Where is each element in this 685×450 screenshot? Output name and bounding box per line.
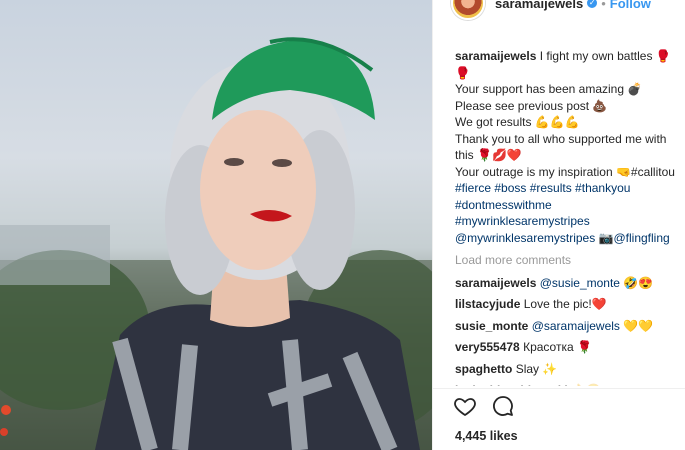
comment-username[interactable]: saramaijewels bbox=[455, 276, 536, 290]
comments-section: saramaijewels I fight my own battles 🥊 🥊… bbox=[455, 48, 685, 386]
mention-line[interactable]: @mywrinklesaremystripes 📷@flingfling bbox=[455, 230, 685, 247]
comment-item: janineblaschkowski 👌😍 bbox=[455, 382, 685, 386]
comment-item: lilstacyjude Love the pic!❤️ bbox=[455, 296, 685, 313]
comment-username[interactable]: very555478 bbox=[455, 340, 520, 354]
separator-dot: • bbox=[601, 0, 606, 11]
comment-text: Красотка 🌹 bbox=[523, 340, 592, 354]
comment-text: @saramaijewels 💛💛 bbox=[531, 318, 654, 333]
load-more-comments[interactable]: Load more comments bbox=[455, 252, 685, 269]
divider bbox=[433, 388, 685, 389]
avatar[interactable] bbox=[451, 0, 485, 20]
comment-text: 👌😍 bbox=[571, 383, 601, 386]
photo-illustration bbox=[0, 37, 432, 450]
hashtag-line[interactable]: #dontmesswithme bbox=[455, 197, 685, 214]
comment-username[interactable]: susie_monte bbox=[455, 319, 528, 333]
comment-item: spaghetto Slay ✨ bbox=[455, 361, 685, 378]
post-photo[interactable] bbox=[0, 0, 432, 450]
comment-item: saramaijewels @susie_monte 🤣😍 bbox=[455, 275, 685, 292]
comment-item: very555478 Красотка 🌹 bbox=[455, 339, 685, 356]
header-username[interactable]: saramaijewels bbox=[495, 0, 583, 11]
hashtag-line[interactable]: #fierce #boss #results #thankyou bbox=[455, 180, 685, 197]
follow-button[interactable]: Follow bbox=[610, 0, 651, 11]
likes-count[interactable]: 4,445 likes bbox=[455, 429, 518, 443]
verified-badge-icon: ✓ bbox=[587, 0, 598, 8]
caption-line: this 🌹💋❤️ bbox=[455, 148, 522, 162]
post-header: saramaijewels ✓ • Follow bbox=[433, 0, 685, 20]
caption-line: We got results 💪💪💪 bbox=[455, 115, 580, 129]
caption-line: Your outrage is my inspiration 🤜#callito… bbox=[455, 164, 675, 179]
comment-text: Love the pic!❤️ bbox=[523, 297, 607, 311]
comment-text: Slay ✨ bbox=[515, 361, 558, 376]
caption-line: Thank you to all who supported me with bbox=[455, 131, 667, 146]
caption: saramaijewels I fight my own battles 🥊 🥊… bbox=[455, 48, 685, 246]
comment-username[interactable]: janineblaschkowski bbox=[455, 383, 568, 386]
hashtag-line[interactable]: #mywrinklesaremystripes bbox=[455, 213, 685, 230]
comment-item: susie_monte @saramaijewels 💛💛 bbox=[455, 318, 685, 335]
caption-line: Your support has been amazing 💣 bbox=[455, 82, 643, 96]
caption-line: Please see previous post 💩 bbox=[455, 98, 608, 113]
comment-icon[interactable] bbox=[491, 394, 515, 418]
post-sidebar: saramaijewels ✓ • Follow saramaijewels I… bbox=[432, 0, 685, 450]
comment-username[interactable]: spaghetto bbox=[455, 362, 512, 376]
action-bar bbox=[453, 394, 515, 418]
heart-icon[interactable] bbox=[453, 394, 477, 418]
caption-line: I fight my own battles 🥊 bbox=[539, 49, 671, 63]
comment-text: @susie_monte 🤣😍 bbox=[539, 275, 654, 290]
caption-username[interactable]: saramaijewels bbox=[455, 49, 536, 63]
caption-line: 🥊 bbox=[455, 65, 470, 80]
comment-username[interactable]: lilstacyjude bbox=[455, 297, 520, 311]
